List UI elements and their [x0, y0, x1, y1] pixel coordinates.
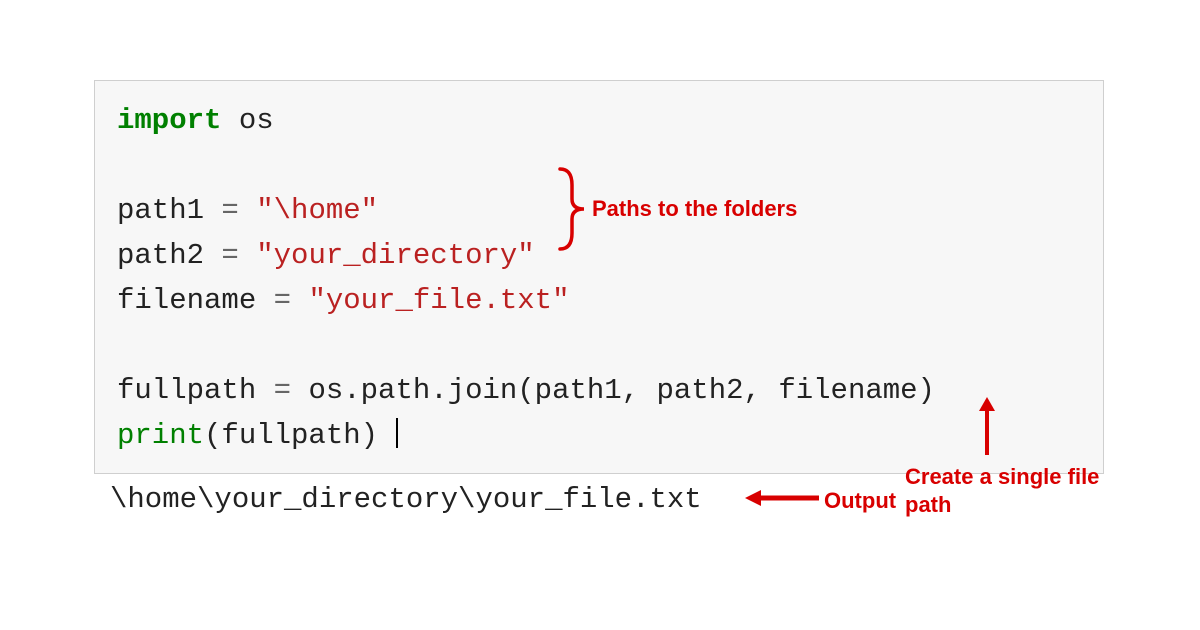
print-args: (fullpath) — [204, 419, 378, 452]
annotation-output: Output — [824, 488, 896, 514]
curly-brace-icon — [554, 165, 594, 253]
equals-op: = — [221, 194, 238, 227]
expr-join: os.path.join(path1, path2, filename) — [291, 374, 935, 407]
var-path2: path2 — [117, 239, 221, 272]
text-cursor-icon — [396, 418, 398, 448]
code-line-1: import os — [117, 99, 1081, 144]
code-blank-line — [117, 324, 1081, 369]
equals-op: = — [274, 374, 291, 407]
equals-op: = — [274, 284, 291, 317]
arrow-left-icon — [745, 486, 823, 510]
arrow-up-icon — [975, 397, 999, 459]
output-text: \home\your_directory\your_file.txt — [110, 483, 702, 516]
string-yourfile: "your_file.txt" — [291, 284, 569, 317]
equals-op: = — [221, 239, 238, 272]
code-blank-line — [117, 144, 1081, 189]
code-line-8: print(fullpath) — [117, 414, 1081, 459]
module-os: os — [221, 104, 273, 137]
builtin-print: print — [117, 419, 204, 452]
code-line-4: path2 = "your_directory" — [117, 234, 1081, 279]
string-yourdir: "your_directory" — [239, 239, 535, 272]
annotation-create-path: Create a single file path — [905, 463, 1099, 518]
code-line-5: filename = "your_file.txt" — [117, 279, 1081, 324]
annotation-paths: Paths to the folders — [592, 196, 797, 222]
code-block: import os path1 = "\home" path2 = "your_… — [94, 80, 1104, 474]
var-path1: path1 — [117, 194, 221, 227]
string-home: "\home" — [239, 194, 378, 227]
var-fullpath: fullpath — [117, 374, 274, 407]
keyword-import: import — [117, 104, 221, 137]
var-filename: filename — [117, 284, 274, 317]
code-line-7: fullpath = os.path.join(path1, path2, fi… — [117, 369, 1081, 414]
